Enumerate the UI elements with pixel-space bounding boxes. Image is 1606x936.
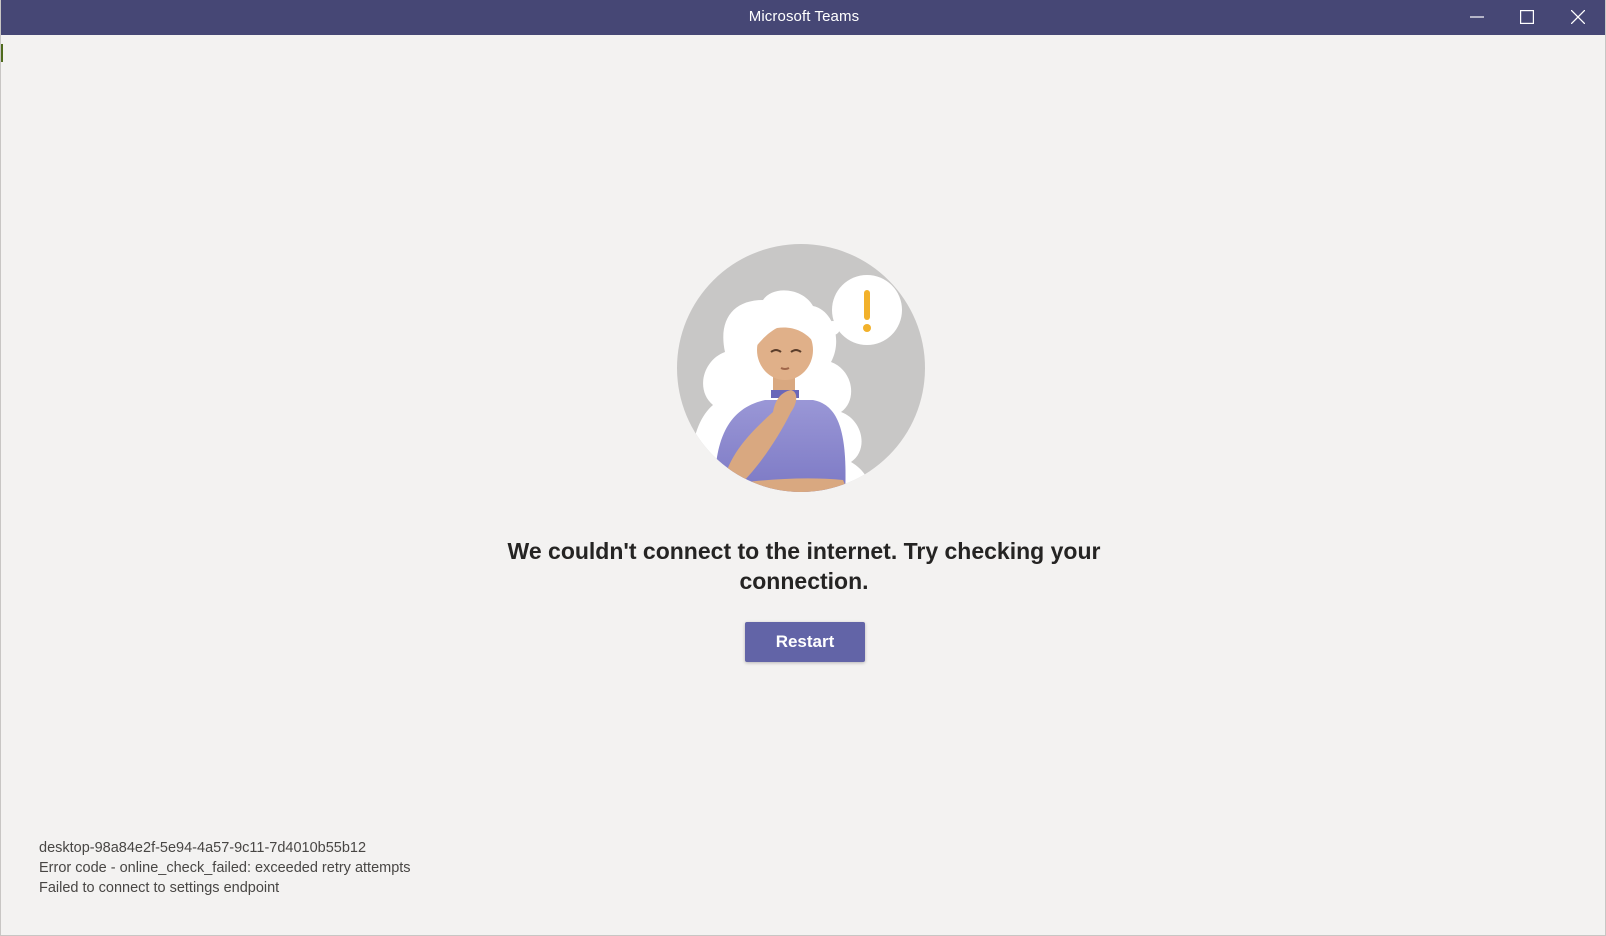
connection-error-message: We couldn't connect to the internet. Try… — [507, 538, 1101, 594]
device-id-text: desktop-98a84e2f-5e94-4a57-9c11-7d4010b5… — [39, 840, 367, 856]
minimize-button[interactable] — [1452, 0, 1502, 34]
error-detail-text: Failed to connect to settings endpoint — [39, 880, 280, 896]
close-icon — [1571, 10, 1585, 24]
teams-window: Microsoft Teams We couldn't connect to t… — [0, 0, 1606, 936]
error-code-text: Error code - online_check_failed: exceed… — [39, 860, 411, 876]
window-edge-marker — [1, 44, 3, 62]
close-button[interactable] — [1553, 0, 1603, 34]
minimize-icon — [1470, 16, 1484, 18]
title-bar[interactable]: Microsoft Teams — [1, 0, 1605, 35]
restart-button[interactable]: Restart — [745, 622, 865, 662]
woman-thinking-alert-illustration — [677, 244, 925, 492]
diagnostics-info: desktop-98a84e2f-5e94-4a57-9c11-7d4010b5… — [39, 838, 411, 898]
maximize-button[interactable] — [1502, 0, 1552, 34]
maximize-icon — [1520, 10, 1534, 24]
window-title: Microsoft Teams — [748, 8, 860, 25]
